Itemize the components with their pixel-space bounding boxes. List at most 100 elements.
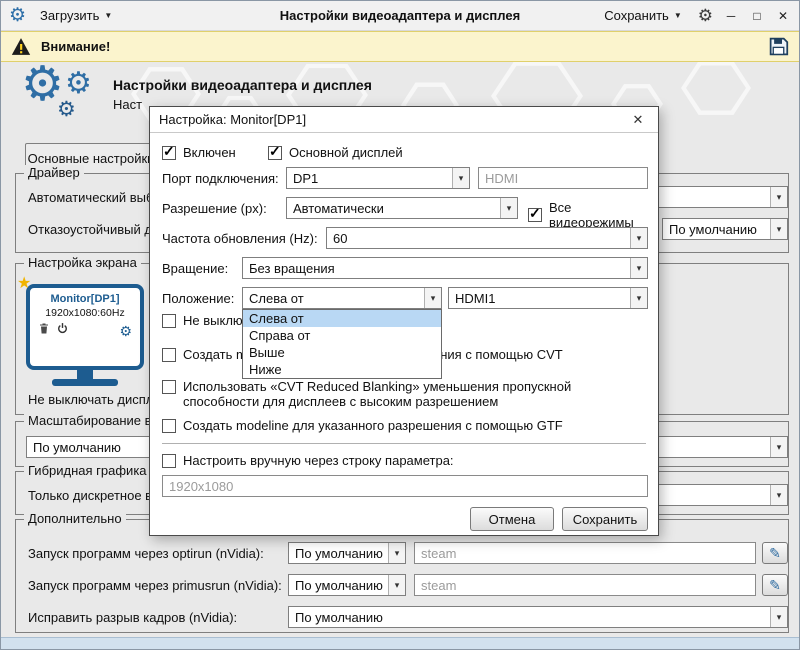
chevron-down-icon: ▾ bbox=[770, 485, 787, 505]
star-icon: ★ bbox=[17, 273, 31, 293]
all-modes-checkbox[interactable]: Все видеорежимы bbox=[528, 200, 658, 230]
chevron-down-icon: ▾ bbox=[630, 258, 647, 278]
power-button[interactable] bbox=[56, 322, 69, 340]
resolution-combo[interactable]: Автоматически ▾ bbox=[286, 197, 518, 219]
position-relative-combo[interactable]: HDMI1 ▾ bbox=[448, 287, 648, 309]
dropdown-option-right-of[interactable]: Справа от bbox=[243, 327, 441, 344]
optirun-label: Запуск программ через optirun (nVidia): bbox=[28, 546, 264, 561]
chevron-down-icon: ▾ bbox=[770, 219, 787, 239]
save-menu-button[interactable]: Сохранить ▼ bbox=[598, 6, 688, 25]
primusrun-label: Запуск программ через primusrun (nVidia)… bbox=[28, 578, 282, 593]
group-screen-legend: Настройка экрана bbox=[24, 255, 141, 270]
chevron-down-icon: ▼ bbox=[674, 11, 682, 20]
save-file-button[interactable] bbox=[768, 36, 789, 57]
monitor-bezel: Monitor[DP1] 1920x1080:60Hz ⚙ bbox=[26, 284, 144, 370]
cancel-button[interactable]: Отмена bbox=[470, 507, 554, 531]
primary-display-label: Основной дисплей bbox=[289, 145, 403, 160]
driver-failsafe-combo[interactable]: По умолчанию ▾ bbox=[662, 218, 788, 240]
cvt-rb-label: Использовать «CVT Reduced Blanking» умен… bbox=[183, 379, 634, 409]
monitor-base bbox=[52, 379, 118, 386]
titlebar: ⚙ Загрузить ▼ Настройки видеоадаптера и … bbox=[1, 1, 799, 31]
dialog-close-button[interactable]: ✕ bbox=[627, 112, 649, 128]
hexagon-decoration bbox=[681, 57, 751, 119]
pencil-icon: ✎ bbox=[769, 577, 781, 594]
maximize-button[interactable]: □ bbox=[749, 10, 765, 22]
optirun-combo-value: По умолчанию bbox=[289, 543, 388, 563]
optirun-combo[interactable]: По умолчанию ▾ bbox=[288, 542, 406, 564]
checkbox-box bbox=[162, 146, 176, 160]
pencil-icon: ✎ bbox=[769, 545, 781, 562]
dialog-titlebar: Настройка: Monitor[DP1] ✕ bbox=[150, 107, 658, 133]
checkbox-box bbox=[162, 380, 176, 394]
manual-config-label: Настроить вручную через строку параметра… bbox=[183, 453, 454, 468]
chevron-down-icon: ▾ bbox=[770, 187, 787, 207]
position-dropdown-list: Слева от Справа от Выше Ниже bbox=[242, 309, 442, 379]
manual-config-checkbox[interactable]: Настроить вручную через строку параметра… bbox=[162, 453, 454, 468]
port-label: Порт подключения: bbox=[162, 171, 279, 186]
port-combo[interactable]: DP1 ▾ bbox=[286, 167, 470, 189]
dialog-separator bbox=[162, 443, 646, 444]
warning-bar: Внимание! bbox=[1, 31, 799, 62]
rotation-label: Вращение: bbox=[162, 261, 228, 276]
app-window: ⚙ Загрузить ▼ Настройки видеоадаптера и … bbox=[0, 0, 800, 650]
enabled-label: Включен bbox=[183, 145, 236, 160]
checkbox-box bbox=[162, 454, 176, 468]
chevron-down-icon: ▾ bbox=[388, 543, 405, 563]
gtf-modeline-checkbox[interactable]: Создать modeline для указанного разрешен… bbox=[162, 418, 563, 433]
monitor-name: Monitor[DP1] bbox=[30, 293, 140, 305]
refresh-label: Частота обновления (Hz): bbox=[162, 231, 318, 246]
dialog-save-button[interactable]: Сохранить bbox=[562, 507, 648, 531]
cancel-button-label: Отмена bbox=[489, 512, 536, 527]
dropdown-option-left-of[interactable]: Слева от bbox=[243, 310, 441, 327]
group-additional: Дополнительно Запуск программ через opti… bbox=[15, 519, 789, 633]
monitor-settings-button[interactable]: ⚙ bbox=[119, 324, 132, 338]
gear-icon: ⚙ bbox=[65, 69, 92, 99]
primusrun-edit-button[interactable]: ✎ bbox=[762, 574, 788, 596]
trash-button[interactable] bbox=[38, 322, 50, 340]
checkbox-box bbox=[162, 419, 176, 433]
page-title: Настройки видеоадаптера и дисплея bbox=[113, 77, 372, 93]
monitor-preview[interactable]: ★ Monitor[DP1] 1920x1080:60Hz bbox=[26, 284, 144, 386]
power-icon bbox=[56, 322, 69, 335]
dropdown-option-below[interactable]: Ниже bbox=[243, 361, 441, 378]
dialog-save-button-label: Сохранить bbox=[573, 512, 638, 527]
chevron-down-icon: ▾ bbox=[770, 437, 787, 457]
rotation-combo[interactable]: Без вращения ▾ bbox=[242, 257, 648, 279]
optirun-edit-button[interactable]: ✎ bbox=[762, 542, 788, 564]
chevron-down-icon: ▾ bbox=[770, 607, 787, 627]
driver-auto-label: Автоматический выб bbox=[28, 190, 153, 205]
settings-gear-button[interactable]: ⚙ bbox=[698, 7, 713, 24]
dropdown-option-above[interactable]: Выше bbox=[243, 344, 441, 361]
chevron-down-icon: ▼ bbox=[104, 11, 112, 20]
page-subtitle-fragment: Наст bbox=[113, 97, 142, 112]
refresh-combo[interactable]: 60 ▾ bbox=[326, 227, 648, 249]
enabled-checkbox[interactable]: Включен bbox=[162, 145, 236, 160]
checkbox-box bbox=[162, 314, 176, 328]
monitor-stand bbox=[77, 370, 93, 379]
chevron-down-icon: ▾ bbox=[630, 228, 647, 248]
resolution-label: Разрешение (px): bbox=[162, 201, 267, 216]
cvt-rb-checkbox[interactable]: Использовать «CVT Reduced Blanking» умен… bbox=[162, 379, 634, 409]
primary-display-checkbox[interactable]: Основной дисплей bbox=[268, 145, 403, 160]
app-gear-icon: ⚙ bbox=[9, 6, 26, 25]
close-button[interactable]: ✕ bbox=[775, 10, 791, 22]
manual-config-input[interactable] bbox=[162, 475, 648, 497]
primusrun-combo-value: По умолчанию bbox=[289, 575, 388, 595]
primusrun-input[interactable] bbox=[414, 574, 756, 596]
group-driver-legend: Драйвер bbox=[24, 165, 84, 180]
load-menu-label: Загрузить bbox=[40, 8, 99, 23]
monitor-settings-dialog: Настройка: Monitor[DP1] ✕ Включен Основн… bbox=[149, 106, 659, 536]
optirun-input[interactable] bbox=[414, 542, 756, 564]
group-scaling-legend: Масштабирование вы bbox=[24, 413, 165, 428]
chevron-down-icon: ▾ bbox=[500, 198, 517, 218]
status-bar bbox=[1, 637, 799, 649]
tearing-label: Исправить разрыв кадров (nVidia): bbox=[28, 610, 237, 625]
tearing-combo[interactable]: По умолчанию ▾ bbox=[288, 606, 788, 628]
port-custom-input[interactable] bbox=[478, 167, 648, 189]
dpms-label: Не выключать диспл bbox=[28, 392, 153, 407]
load-menu-button[interactable]: Загрузить ▼ bbox=[34, 6, 118, 25]
trash-icon bbox=[38, 322, 50, 335]
primusrun-combo[interactable]: По умолчанию ▾ bbox=[288, 574, 406, 596]
minimize-button[interactable]: ─ bbox=[723, 10, 739, 22]
position-combo[interactable]: Слева от ▾ bbox=[242, 287, 442, 309]
